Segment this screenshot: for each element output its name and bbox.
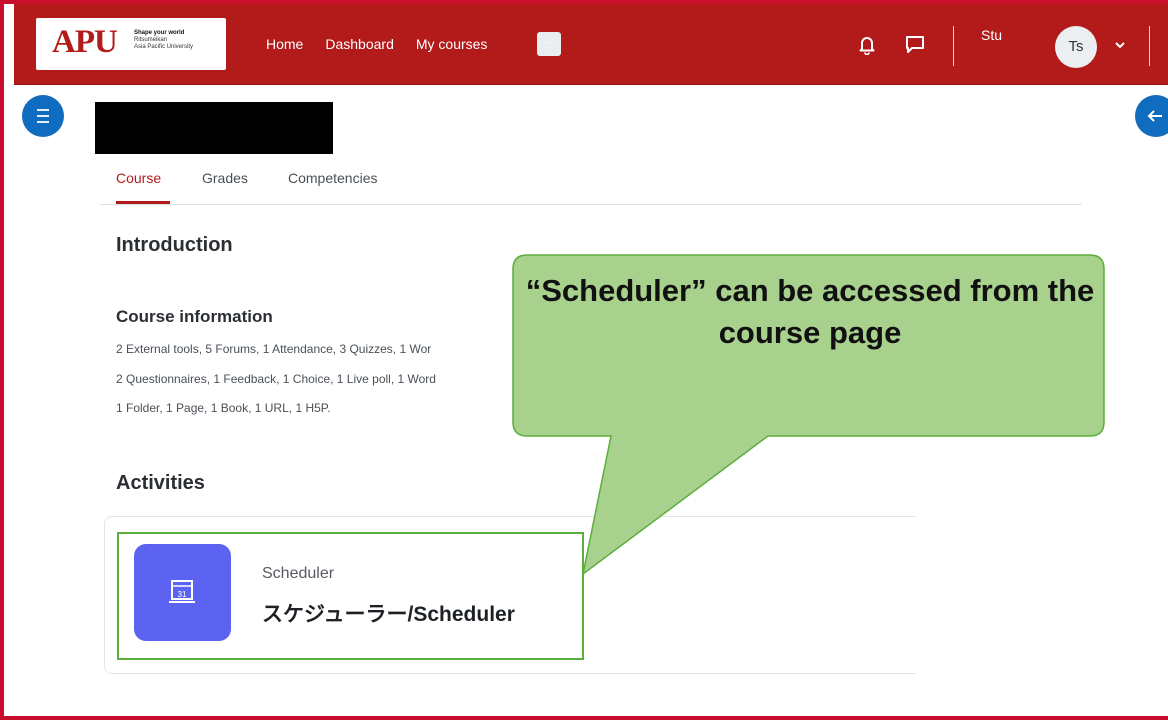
list-icon — [37, 109, 49, 123]
tab-course[interactable]: Course — [116, 170, 161, 186]
logo-tagline: Shape your world — [134, 30, 185, 36]
course-info-line: 1 Folder, 1 Page, 1 Book, 1 URL, 1 H5P. — [116, 401, 331, 415]
navbar-divider — [953, 26, 954, 66]
course-tabs: Course Grades Competencies — [100, 168, 1082, 205]
block-drawer-toggle[interactable] — [1135, 95, 1168, 137]
course-info-line: 2 Questionnaires, 1 Feedback, 1 Choice, … — [116, 372, 436, 386]
tab-competencies[interactable]: Competencies — [288, 170, 378, 186]
user-avatar[interactable]: Ts — [1055, 26, 1097, 68]
redacted-course-title — [95, 102, 333, 154]
logo-sub1: Ritsumeikan — [134, 37, 168, 43]
site-logo[interactable]: APU Shape your world Ritsumeikan Asia Pa… — [36, 18, 226, 70]
logo-brand: APU — [52, 24, 118, 60]
callout-text: “Scheduler” can be accessed from the cou… — [525, 273, 1095, 350]
course-index-toggle[interactable] — [22, 95, 64, 137]
calendar-day-text: 31 — [178, 590, 187, 599]
activity-name-link[interactable]: スケジューラー/Scheduler — [262, 598, 515, 628]
calendar-icon: 31 — [169, 580, 195, 603]
course-info-line: 2 External tools, 5 Forums, 1 Attendance… — [116, 342, 432, 356]
logo-sub2: Asia Pacific University — [134, 44, 194, 50]
navbar-divider-right — [1149, 26, 1150, 66]
messages-icon[interactable] — [904, 33, 926, 55]
activity-type-label: Scheduler — [262, 565, 335, 582]
card-fade — [916, 510, 1116, 680]
section-introduction-heading: Introduction — [116, 234, 233, 256]
user-menu-label[interactable]: Stu — [981, 27, 1002, 43]
logo-text: Shape your world Ritsumeikan Asia Pacifi… — [134, 30, 193, 51]
active-tab-indicator — [116, 201, 170, 204]
scheduler-activity-icon[interactable]: 31 — [134, 544, 231, 641]
notification-bell-icon[interactable] — [856, 33, 878, 55]
course-info-heading: Course information — [116, 307, 273, 326]
more-menu-button[interactable]: ··· — [537, 32, 561, 56]
chevron-down-icon[interactable] — [1113, 38, 1127, 52]
frame-bottom-border — [0, 716, 1168, 720]
section-activities-heading: Activities — [116, 472, 205, 494]
nav-my-courses[interactable]: My courses — [416, 36, 488, 52]
primary-navigation: Home Dashboard My courses — [266, 36, 487, 52]
top-navbar: APU Shape your world Ritsumeikan Asia Pa… — [14, 4, 1168, 85]
tab-grades[interactable]: Grades — [202, 170, 248, 186]
arrow-left-icon — [1147, 110, 1162, 122]
nav-dashboard[interactable]: Dashboard — [325, 36, 394, 52]
nav-home[interactable]: Home — [266, 36, 303, 52]
